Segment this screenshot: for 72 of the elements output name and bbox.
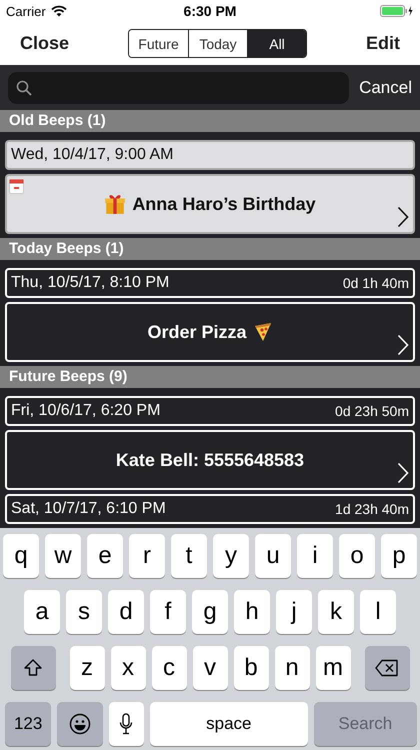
countdown-label: 0d 1h 40m [342,275,409,291]
beep-title: Order Pizza [147,322,247,342]
letter-key[interactable]: r [129,534,165,578]
letter-key[interactable]: i [297,534,333,578]
letter-key[interactable]: e [87,534,123,578]
shift-key[interactable] [10,646,56,690]
letter-key[interactable]: f [150,590,186,634]
numbers-key[interactable]: 123 [5,702,52,746]
date-label: Fri, 10/6/17, 6:20 PM [11,402,160,420]
letter-key[interactable]: v [192,646,228,690]
wifi-icon [50,5,67,17]
section-header: Old Beeps (1) [0,110,420,132]
delete-icon [375,659,399,677]
space-key[interactable]: space [150,702,308,746]
microphone-key[interactable] [108,702,144,746]
carrier-label: Carrier [6,4,46,18]
letter-key[interactable]: c [152,646,186,690]
letter-key[interactable]: k [318,590,354,634]
pizza-icon [252,322,273,342]
edit-button[interactable]: Edit [356,29,410,58]
countdown-label: 1d 23h 40m [335,501,409,517]
letter-key[interactable]: o [339,534,375,578]
letter-key[interactable]: t [171,534,207,578]
beep-title: Anna Haro’s Birthday [132,194,316,214]
beep-card[interactable]: Order Pizza [5,302,415,362]
letter-key[interactable]: y [213,534,249,578]
filter-tab[interactable]: All [247,30,306,57]
letter-key[interactable]: a [24,590,60,634]
countdown-label: 0d 23h 50m [335,403,409,419]
letter-key[interactable]: h [234,590,270,634]
gift-icon [104,193,126,215]
letter-key[interactable]: m [316,646,350,690]
letter-key[interactable]: w [45,534,81,578]
letter-key[interactable]: s [66,590,102,634]
beep-title: Kate Bell: 5555648583 [116,450,304,470]
delete-key[interactable] [364,646,410,690]
search-icon [16,80,32,96]
letter-key[interactable]: b [234,646,268,690]
battery-icon [380,5,414,17]
letter-key[interactable]: g [192,590,228,634]
chevron-icon [397,334,409,356]
letter-key[interactable]: n [274,646,310,690]
microphone-icon [119,713,134,735]
date-row[interactable]: Fri, 10/6/17, 6:20 PM 0d 23h 50m [5,396,415,426]
date-row[interactable]: Wed, 10/4/17, 9:00 AM [5,140,415,170]
beep-card[interactable]: Kate Bell: 5555648583 [5,430,415,490]
beep-card[interactable]: Anna Haro’s Birthday [5,174,415,234]
cancel-button[interactable]: Cancel [359,78,412,98]
section-header: Today Beeps (1) [0,238,420,260]
section-header: Future Beeps (9) [0,366,420,388]
letter-key[interactable]: p [381,534,417,578]
letter-key[interactable]: q [3,534,39,578]
emoji-key[interactable] [57,702,103,746]
date-label: Thu, 10/5/17, 8:10 PM [11,274,170,292]
chevron-icon [397,206,409,228]
shift-icon [23,658,43,678]
letter-key[interactable]: j [276,590,312,634]
date-row[interactable]: Sat, 10/7/17, 6:10 PM 1d 23h 40m [5,494,415,524]
date-label: Wed, 10/4/17, 9:00 AM [11,146,174,164]
letter-key[interactable]: l [360,590,396,634]
chevron-icon [397,462,409,484]
smiley-icon [68,713,91,735]
letter-key[interactable]: u [255,534,291,578]
date-row[interactable]: Thu, 10/5/17, 8:10 PM 0d 1h 40m [5,268,415,298]
letter-key[interactable]: d [108,590,144,634]
status-time: 6:30 PM [184,3,236,19]
date-label: Sat, 10/7/17, 6:10 PM [11,500,166,518]
close-button[interactable]: Close [10,29,80,58]
letter-key[interactable]: x [110,646,146,690]
search-field[interactable] [8,72,350,104]
letter-key[interactable]: z [70,646,104,690]
calendar-icon [9,179,24,194]
